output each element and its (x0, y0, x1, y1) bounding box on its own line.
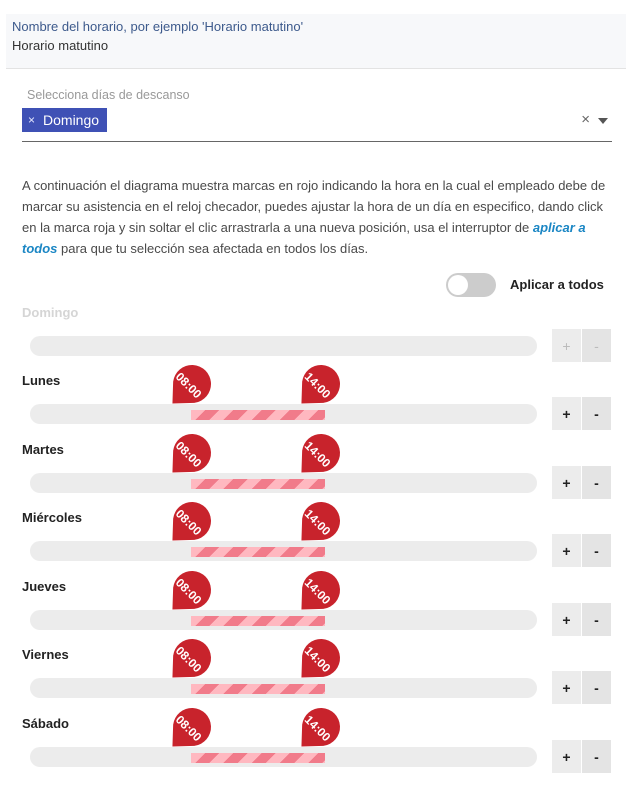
time-marker-start[interactable]: 08:00 (164, 707, 212, 755)
time-marker-end[interactable]: 14:00 (293, 638, 341, 686)
minus-button[interactable]: - (582, 534, 611, 567)
apply-all-control: Aplicar a todos (446, 272, 616, 298)
time-marker-start[interactable]: 08:00 (164, 501, 212, 549)
plus-button[interactable]: + (552, 329, 581, 362)
day-name: Viernes (22, 647, 69, 662)
chip-label: Domingo (43, 112, 100, 128)
dropdown-caret-icon[interactable] (598, 118, 608, 124)
time-marker-start[interactable]: 08:00 (164, 638, 212, 686)
plus-button[interactable]: + (552, 397, 581, 430)
rest-days-select[interactable]: Selecciona días de descanso × Domingo × (22, 88, 612, 142)
plus-button[interactable]: + (552, 466, 581, 499)
time-marker-start[interactable]: 08:00 (164, 433, 212, 481)
chip-remove-icon[interactable]: × (28, 113, 35, 127)
hour-adjust-buttons: + - (552, 397, 611, 430)
hour-adjust-buttons: + - (552, 603, 611, 636)
day-name: Lunes (22, 373, 61, 388)
time-marker-end[interactable]: 14:00 (293, 707, 341, 755)
day-name: Domingo (22, 305, 79, 320)
day-row: Lunes 08:00 14:00 + - (0, 365, 637, 441)
minus-button[interactable]: - (582, 397, 611, 430)
day-name: Martes (22, 442, 64, 457)
rest-days-label: Selecciona días de descanso (27, 88, 190, 102)
time-slider-track[interactable] (30, 336, 537, 356)
schedule-description: A continuación el diagrama muestra marca… (22, 175, 617, 259)
minus-button[interactable]: - (582, 603, 611, 636)
hour-adjust-buttons: + - (552, 740, 611, 773)
minus-button[interactable]: - (582, 329, 611, 362)
time-marker-end[interactable]: 14:00 (293, 364, 341, 412)
time-marker-start[interactable]: 08:00 (164, 364, 212, 412)
schedule-name-field[interactable]: Nombre del horario, por ejemplo 'Horario… (6, 14, 626, 69)
minus-button[interactable]: - (582, 671, 611, 704)
hour-adjust-buttons: + - (552, 466, 611, 499)
toggle-knob (448, 275, 468, 295)
day-name: Miércoles (22, 510, 82, 525)
schedule-name-input[interactable]: Horario matutino (12, 37, 620, 55)
plus-button[interactable]: + (552, 603, 581, 636)
hour-adjust-buttons: + - (552, 671, 611, 704)
day-name: Jueves (22, 579, 67, 594)
hour-adjust-buttons: + - (552, 534, 611, 567)
apply-all-label: Aplicar a todos (510, 277, 604, 292)
time-marker-end[interactable]: 14:00 (293, 570, 341, 618)
time-marker-end[interactable]: 14:00 (293, 501, 341, 549)
description-text: A continuación el diagrama muestra marca… (22, 178, 606, 235)
plus-button[interactable]: + (552, 671, 581, 704)
day-row: Jueves 08:00 14:00 + - (0, 571, 637, 647)
day-row: Domingo + - (0, 305, 637, 373)
hour-adjust-buttons: + - (552, 329, 611, 362)
rest-day-chip-domingo: × Domingo (22, 108, 108, 132)
description-text-end: para que tu selección sea afectada en to… (57, 241, 369, 256)
day-row: Sábado 08:00 14:00 + - (0, 708, 637, 784)
schedule-name-label: Nombre del horario, por ejemplo 'Horario… (12, 19, 304, 34)
day-row: Martes 08:00 14:00 + - (0, 434, 637, 510)
time-marker-end[interactable]: 14:00 (293, 433, 341, 481)
plus-button[interactable]: + (552, 534, 581, 567)
minus-button[interactable]: - (582, 466, 611, 499)
day-row: Viernes 08:00 14:00 + - (0, 639, 637, 715)
apply-all-toggle[interactable] (446, 273, 496, 297)
plus-button[interactable]: + (552, 740, 581, 773)
time-marker-start[interactable]: 08:00 (164, 570, 212, 618)
day-name: Sábado (22, 716, 69, 731)
minus-button[interactable]: - (582, 740, 611, 773)
day-row: Miércoles 08:00 14:00 + - (0, 502, 637, 578)
clear-selection-icon[interactable]: × (581, 111, 590, 128)
